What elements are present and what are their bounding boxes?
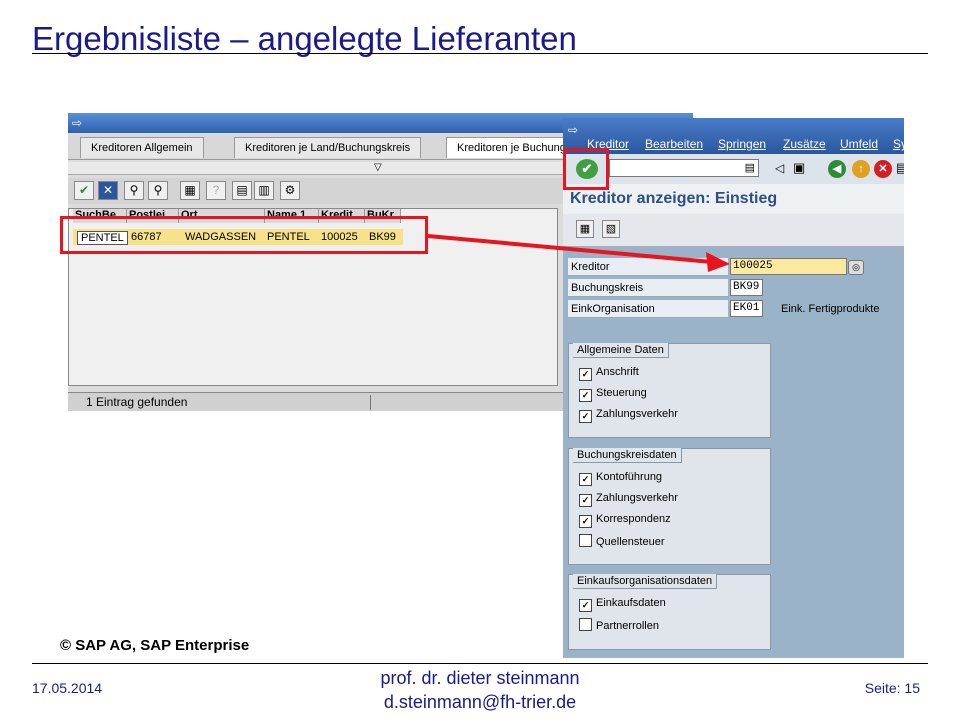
footer-rule: [32, 663, 928, 664]
footer-author-block: prof. dr. dieter steinmann d.steinmann@f…: [280, 666, 680, 714]
footer-email: d.steinmann@fh-trier.de: [383, 692, 577, 712]
annotation-arrow: [427, 234, 730, 272]
copyright-note: © SAP AG, SAP Enterprise: [60, 637, 250, 654]
footer-author: prof. dr. dieter steinmann: [380, 668, 580, 688]
arrow-line: [427, 234, 713, 264]
arrow-head: [706, 252, 730, 272]
footer-date: 17.05.2014: [32, 680, 103, 696]
footer-page-number: Seite: 15: [864, 680, 920, 696]
